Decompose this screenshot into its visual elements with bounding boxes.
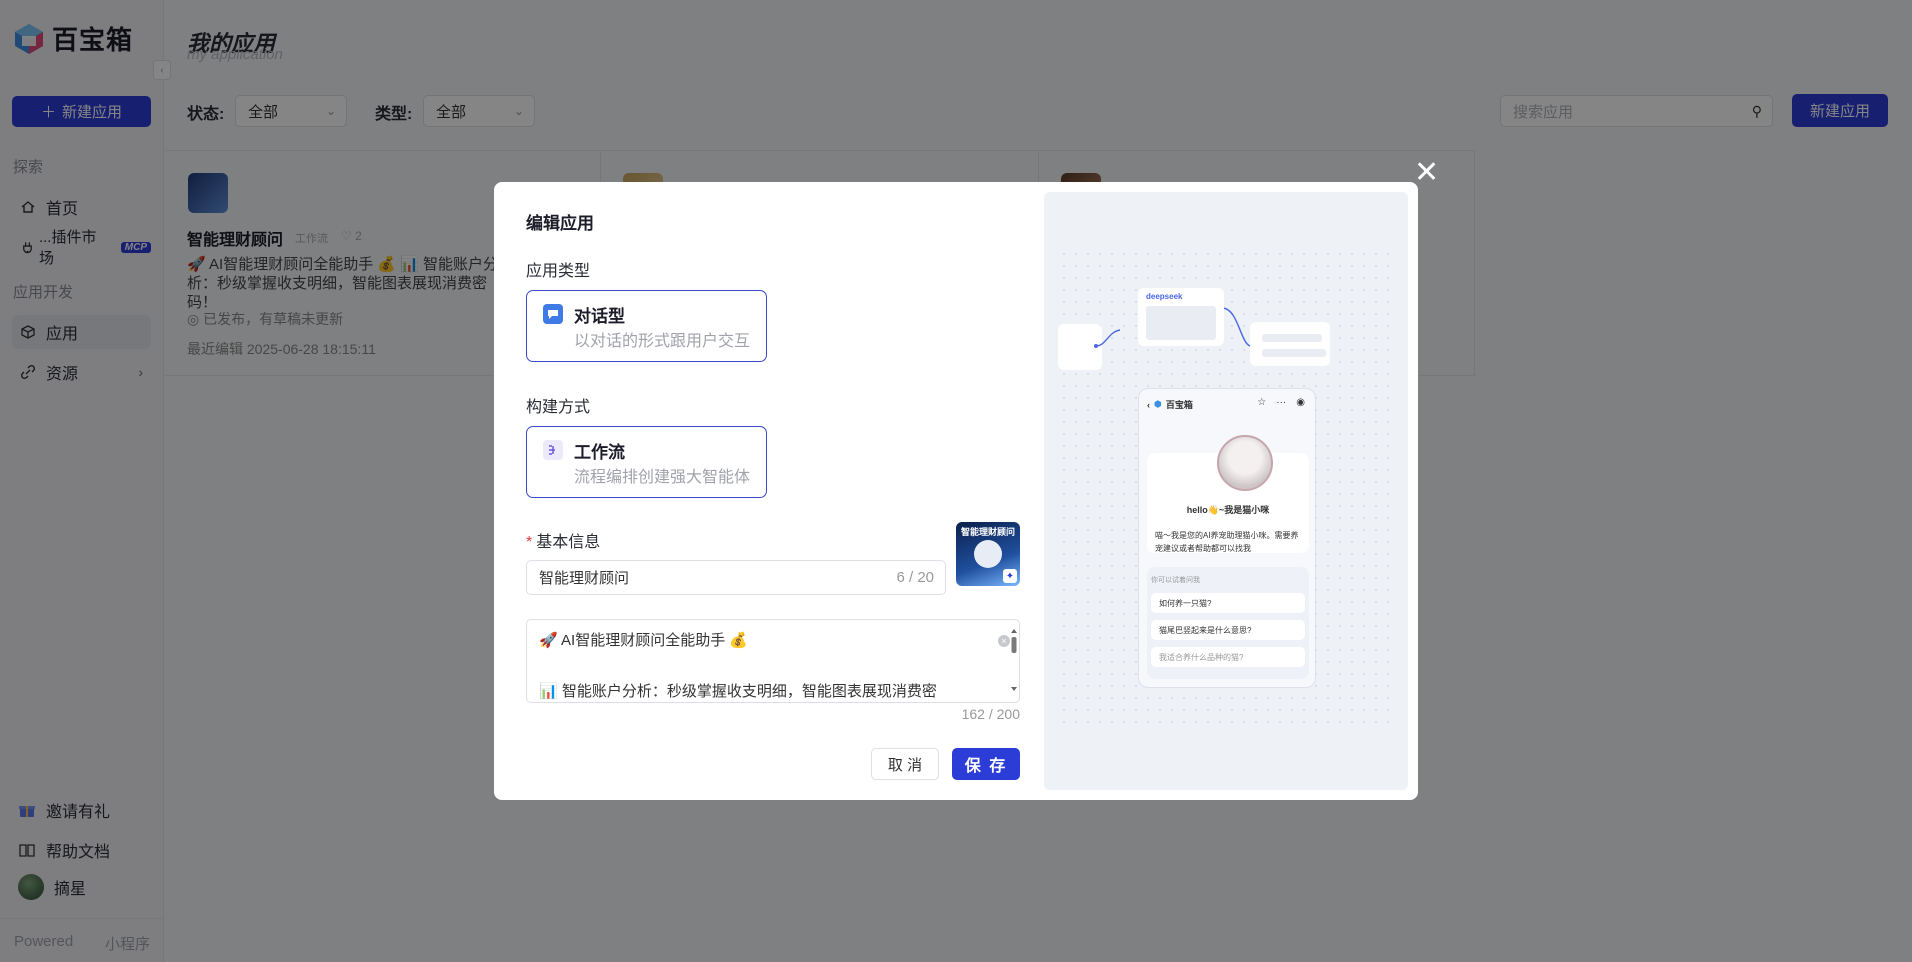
dialog-title: 编辑应用 [526,214,594,233]
build-method-label: 构建方式 [526,399,591,416]
app-name-input[interactable]: 智能理财顾问 6 / 20 [526,560,946,595]
textarea-scrollbar[interactable] [1009,627,1019,693]
app-name-counter: 6 / 20 [896,569,934,586]
deepseek-node: deepseek [1138,288,1224,346]
phone-title: 百宝箱 [1165,400,1193,410]
build-option-workflow[interactable]: 工作流 流程编排创建强大智能体 [526,426,767,498]
app-description-textarea[interactable]: 🚀 AI智能理财顾问全能助手 💰 📊 智能账户分析：秒级掌握收支明细，智能图表展… [526,619,1020,703]
save-button[interactable]: 保 存 [952,748,1020,780]
basic-info-label: * 基本信息 [526,528,600,552]
desc-line-2: 📊 智能账户分析：秒级掌握收支明细，智能图表展现消费密 [539,683,937,700]
deepseek-label: deepseek [1146,292,1183,301]
workflow-icon [543,440,563,460]
desc-counter: 162 / 200 [961,706,1020,722]
app-type-name: 对话型 [574,307,625,326]
suggestion-item: 我适合养什么品种的猫? [1151,647,1305,667]
build-method-desc: 流程编排创建强大智能体 [574,469,751,486]
phone-actions: ☆ ··· ◉ [1257,397,1305,408]
basic-info-text: 基本信息 [536,534,601,551]
build-method-name: 工作流 [574,443,625,462]
required-marker: * [526,534,533,551]
robot-icon [974,540,1002,568]
hello-text: hello👋~我是猫小咪 [1186,505,1270,515]
edit-app-dialog: 编辑应用 应用类型 对话型 以对话的形式跟用户交互 构建方式 工作流 流程编排创… [494,182,1418,800]
suggestion-item: 猫尾巴竖起来是什么意思? [1151,620,1305,640]
desc-line-1: 🚀 AI智能理财顾问全能助手 💰 [539,632,749,649]
app-type-label: 应用类型 [526,263,591,280]
suggestions-label: 你可以试着问我 [1151,577,1200,584]
star-icon: ☆ [1257,397,1267,408]
sparkle-edit-icon[interactable]: ✦ [1003,569,1017,583]
back-icon: ‹ [1147,399,1150,410]
target-icon: ◉ [1296,397,1305,408]
app-name-value: 智能理财顾问 [539,570,630,587]
cancel-button[interactable]: 取 消 [871,748,939,780]
preview-panel: deepseek ‹ ⬢ 百宝箱 ☆ ··· ◉ hello👋~我是猫小咪 喵～… [1044,192,1408,790]
node-body [1146,306,1216,340]
phone-preview: ‹ ⬢ 百宝箱 ☆ ··· ◉ hello👋~我是猫小咪 喵～我是您的AI养宠助… [1138,388,1316,688]
app-type-desc: 以对话的形式跟用户交互 [574,333,751,350]
app-avatar-text: 智能理财顾问 [960,527,1015,537]
app-avatar-upload[interactable]: 智能理财顾问 ✦ [956,522,1020,586]
phone-header: ‹ ⬢ 百宝箱 [1147,398,1193,411]
more-icon: ··· [1276,397,1287,408]
cat-avatar [1217,435,1273,491]
intro-text: 喵～我是您的AI养宠助理猫小咪。需要养宠建议或者帮助都可以找我 [1155,531,1299,553]
close-icon[interactable]: ✕ [1414,158,1439,188]
chat-icon [543,304,563,324]
phone-logo-icon: ⬢ [1154,399,1162,409]
app-type-option-chat[interactable]: 对话型 以对话的形式跟用户交互 [526,290,767,362]
suggestion-item: 如何养一只猫? [1151,593,1305,613]
